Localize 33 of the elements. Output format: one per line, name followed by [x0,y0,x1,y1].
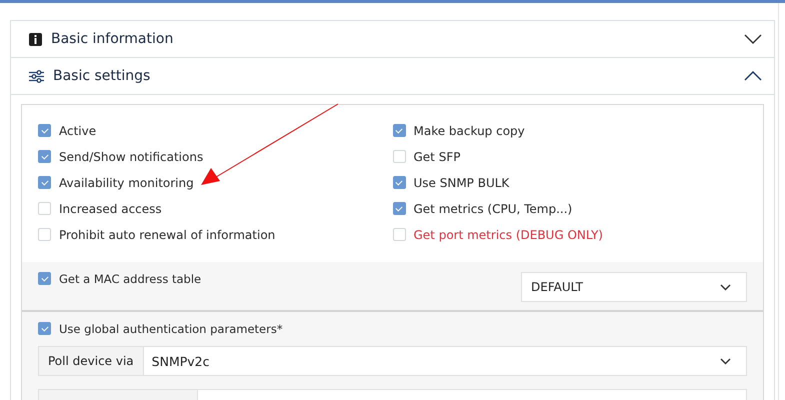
checkbox-label: Get port metrics (DEBUG ONLY) [414,228,603,242]
checkbox-label: Increased access [59,202,162,216]
checkbox-label: Availability monitoring [59,176,194,190]
section-header[interactable]: Basic information [11,21,774,58]
checkbox[interactable] [38,176,51,189]
checkbox[interactable] [392,124,406,137]
chevron-down-icon [744,34,762,44]
protocol-dropdown[interactable]: SNMPv2c [144,347,746,375]
section-title: Basic information [51,31,174,47]
checkbox-label: Prohibit auto renewal of information [59,228,276,242]
checkbox-label: Get a MAC address table [59,272,202,286]
checkbox-label: Send/Show notifications [59,150,204,164]
checkbox[interactable] [38,124,51,137]
field-label: Poll device via [39,347,144,375]
section-title: Basic settings [53,68,152,84]
checkbox[interactable] [38,322,51,335]
checkbox-label: Use global authentication parameters* [59,322,283,336]
sliders-icon [29,70,44,82]
checkbox-label: Get metrics (CPU, Temp...) [414,202,572,216]
info-icon [29,32,42,46]
checkbox[interactable] [392,176,406,189]
checkbox[interactable] [392,202,406,215]
chevron-down-icon [720,358,731,364]
section-header[interactable]: Basic settings [11,58,774,95]
checkbox-label: Active [59,124,96,138]
mode-dropdown[interactable]: DEFAULT [521,272,747,302]
chevron-down-icon [720,284,731,290]
checkbox-label: Get SFP [414,150,460,164]
checkbox[interactable] [38,272,51,285]
checkbox-label: Make backup copy [414,124,525,138]
checkbox-label: Use SNMP BULK [414,176,510,190]
chevron-up-icon [744,71,762,81]
checkbox[interactable] [38,150,51,163]
